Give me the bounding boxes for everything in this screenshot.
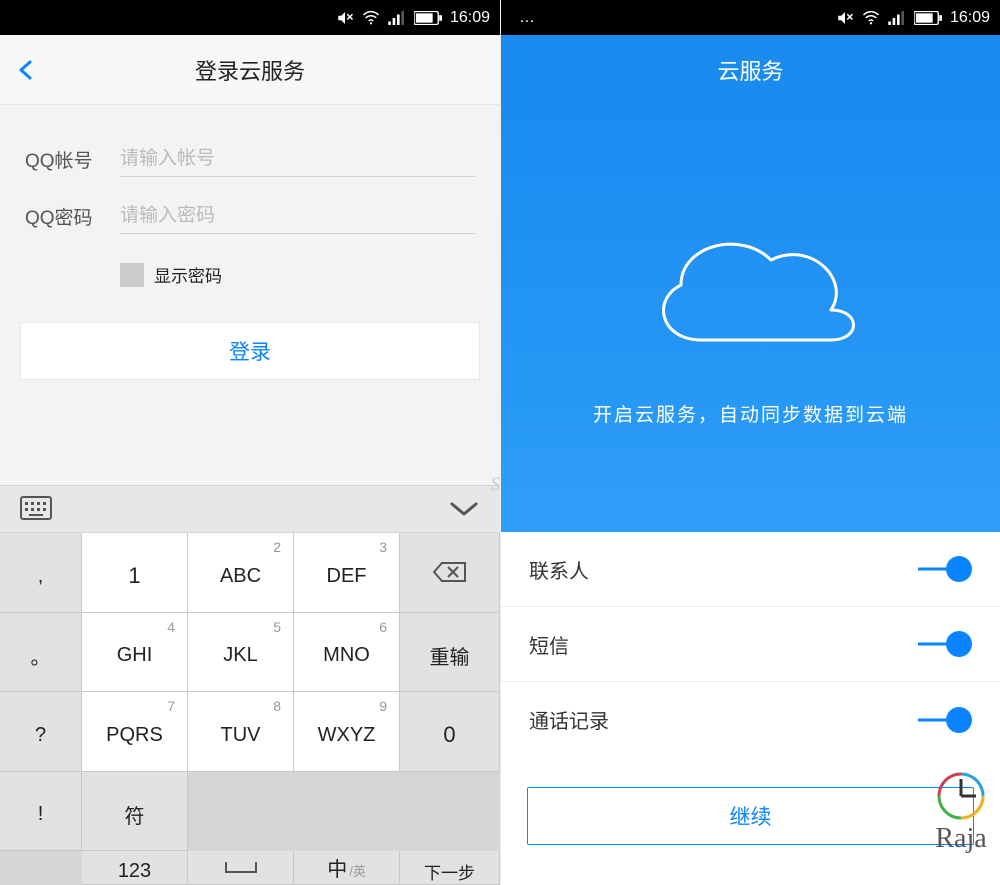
key-question[interactable]: ? (0, 692, 82, 772)
collapse-keyboard-icon[interactable] (448, 496, 480, 522)
key-exclaim[interactable]: ! (0, 772, 82, 852)
login-screen: 16:09 登录云服务 QQ帐号 QQ密码 显示密码 登录 S , (0, 0, 500, 885)
status-time: 16:09 (450, 9, 490, 27)
partial-text: S (491, 474, 501, 496)
account-row: QQ帐号 (15, 130, 485, 187)
key-symbol[interactable]: 符 (82, 772, 188, 852)
toggle-sms: 短信 (501, 607, 1000, 682)
key-period[interactable]: 。 (0, 613, 82, 693)
toggle-label: 短信 (529, 630, 920, 659)
key-wxyz[interactable]: 9WXYZ (294, 692, 400, 772)
key-space[interactable] (188, 851, 294, 885)
continue-button[interactable]: 继续 (527, 787, 974, 845)
status-bar: 16:09 (0, 0, 500, 35)
wifi-icon (862, 9, 880, 27)
account-label: QQ帐号 (25, 146, 120, 173)
show-password-checkbox[interactable] (120, 263, 144, 287)
keyboard-icon[interactable] (20, 496, 52, 522)
hero-text: 开启云服务，自动同步数据到云端 (593, 400, 908, 427)
status-bar: … 16:09 (501, 0, 1000, 35)
toggle-calllog: 通话记录 (501, 682, 1000, 757)
password-label: QQ密码 (25, 203, 120, 230)
key-tuv[interactable]: 8TUV (188, 692, 294, 772)
key-abc[interactable]: 2ABC (188, 533, 294, 613)
nav-bar: 云服务 (501, 35, 1000, 105)
toggle-switch[interactable] (920, 559, 972, 579)
page-title: 登录云服务 (195, 54, 305, 86)
status-time: 16:09 (950, 9, 990, 27)
login-form: QQ帐号 QQ密码 显示密码 登录 (0, 105, 500, 485)
key-ghi[interactable]: 4GHI (82, 613, 188, 693)
back-button[interactable] (14, 58, 38, 82)
show-password-row: 显示密码 (15, 244, 485, 287)
backspace-icon (433, 561, 467, 583)
key-1[interactable]: 1 (82, 533, 188, 613)
cloud-hero: 开启云服务，自动同步数据到云端 (501, 105, 1000, 532)
show-password-label: 显示密码 (154, 262, 222, 287)
keyboard-toolbar (0, 485, 500, 533)
key-pqrs[interactable]: 7PQRS (82, 692, 188, 772)
login-button[interactable]: 登录 (20, 322, 480, 380)
battery-icon (914, 9, 942, 27)
wifi-icon (362, 9, 380, 27)
key-def[interactable]: 3DEF (294, 533, 400, 613)
toggle-switch[interactable] (920, 634, 972, 654)
toggle-label: 联系人 (529, 555, 920, 584)
menu-dots-icon: … (519, 9, 537, 27)
key-backspace[interactable] (400, 533, 500, 613)
mute-icon (836, 9, 854, 27)
toggle-contacts: 联系人 (501, 532, 1000, 607)
account-input[interactable] (120, 142, 475, 177)
toggle-switch[interactable] (920, 710, 972, 730)
toggle-label: 通话记录 (529, 705, 920, 734)
signal-icon (888, 9, 906, 27)
cloud-screen: … 16:09 云服务 开启云服务，自动同步数据到云端 联系人 短信 (500, 0, 1000, 885)
key-mno[interactable]: 6MNO (294, 613, 400, 693)
key-zero[interactable]: 0 (400, 692, 500, 772)
password-input[interactable] (120, 199, 475, 234)
key-comma[interactable]: , (0, 533, 82, 613)
sync-options: 联系人 短信 通话记录 (501, 532, 1000, 757)
signal-icon (388, 9, 406, 27)
space-icon (224, 860, 258, 876)
page-title: 云服务 (717, 54, 783, 86)
nav-bar: 登录云服务 (0, 35, 500, 105)
key-mode[interactable]: 中/英 (294, 851, 400, 885)
key-123[interactable]: 123 (82, 851, 188, 885)
mute-icon (336, 9, 354, 27)
key-retype[interactable]: 重输 (400, 613, 500, 693)
key-jkl[interactable]: 5JKL (188, 613, 294, 693)
cloud-icon (631, 210, 871, 370)
battery-icon (414, 9, 442, 27)
password-row: QQ密码 (15, 187, 485, 244)
keypad: , 1 2ABC 3DEF 。 4GHI 5JKL 6MNO 重输 ? 7PQR… (0, 533, 500, 885)
key-next[interactable]: 下一步 (400, 851, 500, 885)
